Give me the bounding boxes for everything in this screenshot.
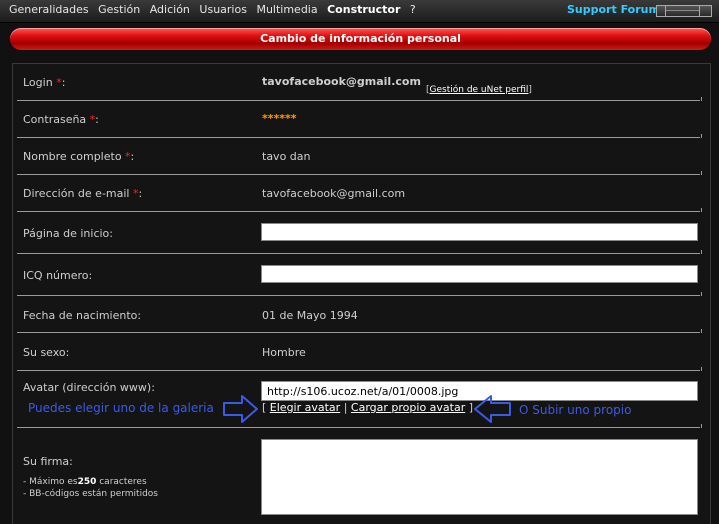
signature-bbcode-note: - BB-códigos están permitidos	[23, 489, 158, 499]
email-value: tavofacebook@gmail.com	[262, 187, 406, 200]
fullname-row: Nombre completo *: tavo dan	[13, 138, 710, 175]
choose-avatar-link[interactable]: Elegir avatar	[270, 401, 340, 414]
annotation-gallery: Puedes elegir uno de la galeria	[28, 401, 214, 415]
menu-gestion[interactable]: Gestión	[98, 3, 140, 16]
email-row: Dirección de e-mail *: tavofacebook@gmai…	[13, 175, 710, 212]
signature-label: Su firma:	[23, 455, 73, 468]
password-row: Contraseña *: ******	[13, 101, 710, 138]
signature-textarea[interactable]	[261, 439, 698, 515]
icq-input[interactable]	[261, 265, 698, 283]
menu-generalidades[interactable]: Generalidades	[9, 3, 89, 16]
login-value: tavofacebook@gmail.com	[262, 75, 421, 88]
icq-label: ICQ número:	[23, 269, 93, 282]
fullname-label: Nombre completo *:	[23, 150, 135, 163]
homepage-row: Página de inicio:	[13, 212, 710, 254]
gender-row: Su sexo: Hombre	[13, 333, 710, 371]
page-title-bar: Cambio de información personal	[10, 28, 711, 50]
icq-row: ICQ número:	[13, 254, 710, 296]
main-menu: Generalidades Gestión Adición Usuarios M…	[6, 3, 419, 16]
avatar-label: Avatar (dirección www):	[23, 381, 155, 394]
signature-row: Su firma: - Máximo es250 caracteres - BB…	[13, 428, 710, 524]
unet-profile-link[interactable]: Gestión de uNet perfil	[430, 85, 529, 95]
email-label: Dirección de e-mail *:	[23, 187, 143, 200]
birthdate-label: Fecha de nacimiento:	[23, 309, 142, 322]
support-forum-link[interactable]: Support Forum	[567, 3, 660, 16]
arrow-right-icon	[223, 395, 258, 423]
login-label: Login *:	[23, 76, 66, 89]
avatar-links: [ Elegir avatar | Cargar propio avatar ]	[262, 401, 474, 414]
homepage-input[interactable]	[261, 223, 698, 241]
homepage-label: Página de inicio:	[23, 227, 113, 240]
upload-avatar-link[interactable]: Cargar propio avatar	[351, 401, 465, 414]
password-label: Contraseña *:	[23, 113, 99, 126]
unet-profile-link-wrap: [Gestión de uNet perfil]	[426, 85, 532, 95]
slider-control[interactable]	[656, 5, 712, 17]
menu-multimedia[interactable]: Multimedia	[256, 3, 317, 16]
birthdate-row: Fecha de nacimiento: 01 de Mayo 1994	[13, 296, 710, 333]
login-row: Login *: tavofacebook@gmail.com [Gestión…	[13, 64, 710, 101]
menu-adicion[interactable]: Adición	[150, 3, 190, 16]
arrow-left-icon	[474, 395, 511, 423]
password-value: ******	[262, 112, 297, 125]
page-title: Cambio de información personal	[260, 32, 461, 45]
signature-max-note: - Máximo es250 caracteres	[23, 477, 147, 487]
top-menu-bar: Generalidades Gestión Adición Usuarios M…	[0, 0, 719, 23]
menu-constructor[interactable]: Constructor	[327, 3, 400, 16]
gender-label: Su sexo:	[23, 346, 70, 359]
annotation-upload: O Subir uno propio	[519, 403, 632, 417]
birthdate-value: 01 de Mayo 1994	[262, 309, 358, 322]
menu-help[interactable]: ?	[410, 3, 416, 16]
gender-value: Hombre	[262, 346, 306, 359]
avatar-row: Avatar (dirección www):	[13, 371, 710, 428]
fullname-value: tavo dan	[262, 150, 311, 163]
personal-info-form: Login *: tavofacebook@gmail.com [Gestión…	[12, 63, 711, 524]
menu-usuarios[interactable]: Usuarios	[199, 3, 247, 16]
